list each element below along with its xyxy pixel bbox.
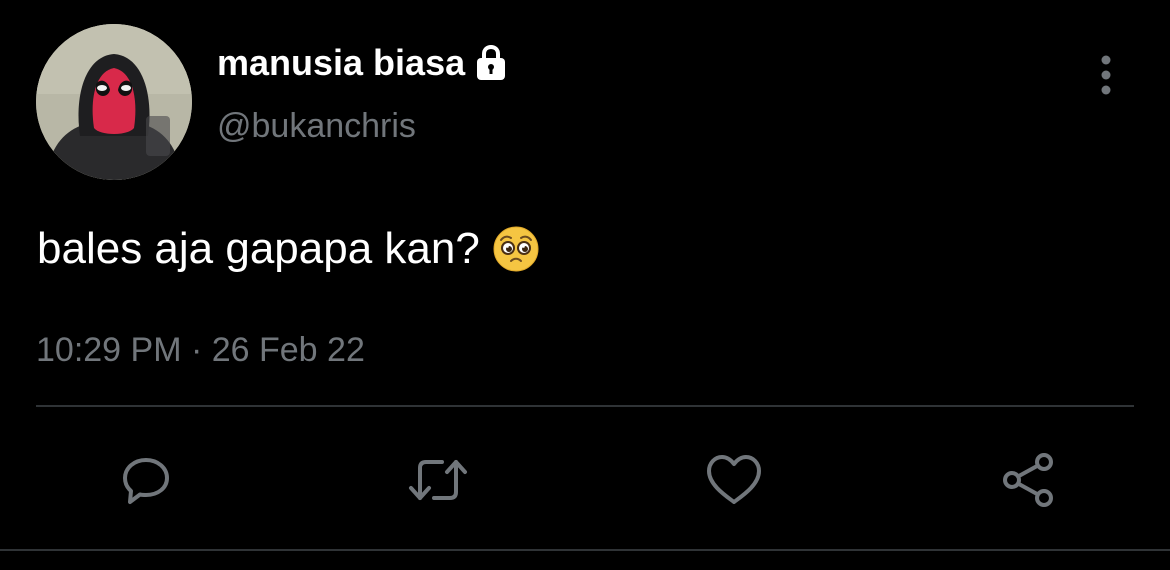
display-name-text: manusia biasa bbox=[217, 42, 466, 83]
user-handle[interactable]: @bukanchris bbox=[217, 105, 416, 147]
reply-icon bbox=[123, 458, 169, 504]
share-button[interactable] bbox=[997, 448, 1061, 512]
pleading-face-icon bbox=[492, 225, 540, 273]
display-name[interactable]: manusia biasa bbox=[217, 40, 509, 86]
tweet-text: bales aja gapapa kan? bbox=[37, 222, 540, 276]
divider bbox=[36, 405, 1134, 407]
lock-icon bbox=[473, 43, 509, 83]
heart-icon bbox=[707, 455, 761, 504]
tweet-timestamp[interactable]: 10:29 PM · 26 Feb 22 bbox=[36, 329, 365, 371]
reply-button[interactable] bbox=[114, 448, 178, 512]
share-icon bbox=[1003, 453, 1053, 507]
more-vertical-icon bbox=[1101, 55, 1111, 95]
tweet: manusia biasa @bukanchris bales aja gapa… bbox=[0, 0, 1170, 570]
bottom-divider bbox=[0, 549, 1170, 551]
retweet-button[interactable] bbox=[406, 448, 470, 512]
more-options-button[interactable] bbox=[1088, 50, 1124, 100]
retweet-icon bbox=[409, 460, 467, 500]
tweet-text-content: bales aja gapapa kan? bbox=[37, 224, 480, 273]
avatar[interactable] bbox=[36, 24, 192, 180]
like-button[interactable] bbox=[702, 448, 766, 512]
